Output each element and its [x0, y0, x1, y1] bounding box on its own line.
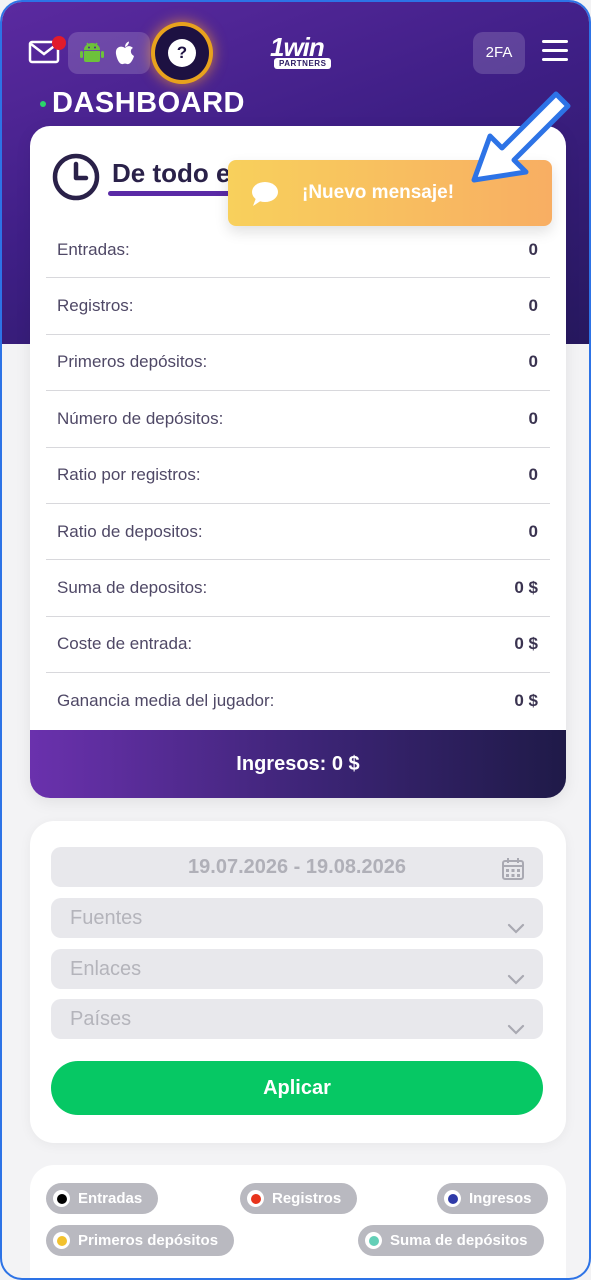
revenue-bar: Ingresos: 0 $ — [30, 730, 566, 798]
apple-icon[interactable] — [114, 40, 136, 66]
chevron-down-icon — [507, 1011, 525, 1035]
stat-row: Ratio por registros: 0 — [46, 448, 550, 504]
stat-row: Número de depósitos: 0 — [46, 391, 550, 448]
stat-row: Entradas: 0 — [46, 222, 550, 279]
logo-subtext: PARTNERS — [274, 58, 332, 69]
apply-button[interactable]: Aplicar — [51, 1061, 543, 1115]
app-frame: ? 1win PARTNERS 2FA DASHBOARD De todo e … — [0, 0, 591, 1280]
sources-select[interactable]: Fuentes — [51, 898, 543, 938]
date-range-value: 19.07.2026 - 19.08.2026 — [188, 856, 406, 878]
android-icon[interactable] — [80, 41, 104, 65]
chevron-down-icon — [507, 961, 525, 985]
countries-placeholder: Países — [70, 1008, 132, 1030]
help-button[interactable]: ? — [155, 26, 209, 80]
pointer-arrow-icon — [460, 82, 580, 192]
period-selector[interactable]: De todo e — [112, 158, 230, 189]
links-select[interactable]: Enlaces — [51, 949, 543, 989]
stat-row: Ratio de depositos: 0 — [46, 504, 550, 561]
stat-label: Coste de entrada: — [57, 634, 193, 654]
page-title: DASHBOARD — [52, 87, 245, 119]
stat-value: 0 $ — [514, 634, 538, 654]
legend-label: Suma de depósitos — [390, 1232, 528, 1249]
logo: 1win PARTNERS — [264, 32, 332, 72]
legend-label: Primeros depósitos — [78, 1232, 219, 1249]
stat-row: Suma de depositos: 0 $ — [46, 560, 550, 617]
revenue-total: Ingresos: 0 $ — [236, 752, 360, 775]
stat-value: 0 — [528, 239, 538, 259]
app-downloads — [68, 32, 150, 74]
filters-card: 19.07.2026 - 19.08.2026 Fuentes Enlaces — [30, 821, 566, 1143]
stat-value: 0 $ — [514, 578, 538, 598]
chat-bubble-icon — [250, 181, 280, 207]
links-placeholder: Enlaces — [70, 958, 142, 980]
legend-label: Registros — [272, 1190, 342, 1207]
stat-label: Ratio por registros: — [57, 465, 201, 485]
stat-label: Entradas: — [57, 239, 130, 259]
stats-card: De todo e Entradas: 0 Registros: 0 Prime… — [30, 126, 566, 798]
stat-label: Suma de depositos: — [57, 578, 208, 598]
chevron-down-icon — [507, 910, 525, 934]
stat-label: Ratio de depositos: — [57, 521, 203, 541]
stat-value: 0 — [528, 352, 538, 372]
stat-label: Registros: — [57, 296, 134, 316]
legend-chip-registros[interactable]: Registros — [240, 1183, 358, 1214]
legend-chip-ingresos[interactable]: Ingresos — [437, 1183, 548, 1214]
sources-placeholder: Fuentes — [70, 907, 143, 929]
stat-label: Número de depósitos: — [57, 408, 224, 428]
legend-label: Entradas — [78, 1190, 143, 1207]
toast-message: ¡Nuevo mensaje! — [302, 182, 455, 203]
legend-chip-primeros-depositos[interactable]: Primeros depósitos — [46, 1225, 235, 1256]
legend-chip-entradas[interactable]: Entradas — [46, 1183, 159, 1214]
countries-select[interactable]: Países — [51, 999, 543, 1039]
calendar-icon[interactable] — [501, 855, 525, 880]
twofa-button[interactable]: 2FA — [473, 32, 525, 74]
clock-icon — [51, 152, 101, 202]
question-icon: ? — [168, 39, 196, 67]
stat-value: 0 — [528, 465, 538, 485]
hamburger-menu-icon[interactable] — [542, 40, 568, 64]
date-range-field[interactable]: 19.07.2026 - 19.08.2026 — [51, 847, 543, 887]
stat-row: Ganancia media del jugador: 0 $ — [46, 673, 550, 729]
title-dot — [40, 101, 46, 107]
stat-row: Primeros depósitos: 0 — [46, 335, 550, 392]
stat-row: Registros: 0 — [46, 278, 550, 335]
stat-label: Ganancia media del jugador: — [57, 691, 275, 711]
notification-dot — [52, 36, 66, 50]
stats-list: Entradas: 0 Registros: 0 Primeros depósi… — [46, 222, 550, 730]
stat-value: 0 — [528, 521, 538, 541]
chart-legend: Entradas Registros Ingresos Primeros dep… — [30, 1165, 566, 1278]
stat-row: Coste de entrada: 0 $ — [46, 617, 550, 674]
stat-label: Primeros depósitos: — [57, 352, 208, 372]
legend-chip-suma-depositos[interactable]: Suma de depósitos — [358, 1225, 544, 1256]
stat-value: 0 — [528, 296, 538, 316]
stat-value: 0 — [528, 408, 538, 428]
legend-label: Ingresos — [469, 1190, 532, 1207]
stat-value: 0 $ — [514, 691, 538, 711]
